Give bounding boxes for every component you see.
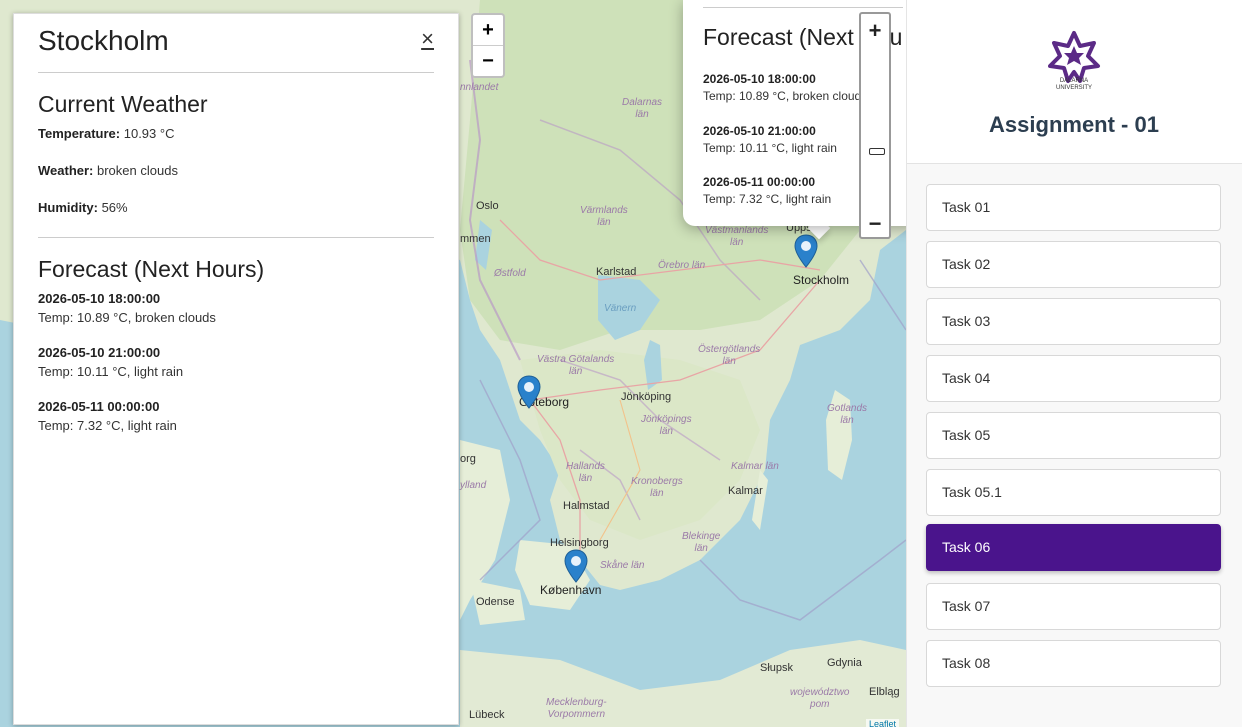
map-label-innlandet: nnlandet	[460, 82, 499, 93]
dalarna-university-logo: DALARNA UNIVERSITY	[1048, 31, 1100, 91]
zoom-slider-handle[interactable]	[869, 148, 885, 155]
forecast-datetime: 2026-05-10 18:00:00	[38, 291, 161, 306]
popup-forecast-item: 2026-05-11 00:00:00 Temp: 7.32 °C, light…	[703, 175, 831, 206]
map-label-lubeck: Lübeck	[469, 709, 505, 721]
popup-forecast-item: 2026-05-10 18:00:00 Temp: 10.89 °C, brok…	[703, 72, 867, 103]
popup-forecast-summary: Temp: 10.89 °C, broken clouds	[703, 89, 868, 103]
popup-forecast-summary: Temp: 7.32 °C, light rain	[703, 192, 832, 206]
forecast-summary: Temp: 10.11 °C, light rain	[38, 364, 184, 379]
forecast-item: 2026-05-11 00:00:00 Temp: 7.32 °C, light…	[38, 399, 434, 433]
weather-value: broken clouds	[93, 163, 178, 178]
map-label-stockholm: Stockholm	[793, 273, 850, 287]
map-label-dalarnas: Dalarnas län	[622, 97, 663, 120]
logo-text-line2: UNIVERSITY	[1056, 85, 1092, 91]
map-marker-kobenhavn[interactable]	[564, 549, 588, 583]
task-01-button[interactable]: Task 01	[926, 184, 1221, 231]
map-label-jonkopings: Jönköpings län	[641, 414, 692, 437]
slider-zoom-in-button[interactable]: +	[861, 16, 889, 46]
forecast-datetime: 2026-05-10 21:00:00	[38, 345, 161, 360]
current-weather-heading: Current Weather	[38, 91, 208, 117]
map-label-karlstad: Karlstad	[596, 266, 637, 278]
divider	[38, 72, 434, 73]
map-marker-goteborg[interactable]	[517, 375, 541, 409]
forecast-heading: Forecast (Next Hours)	[38, 256, 265, 282]
zoom-in-button[interactable]: +	[473, 15, 503, 45]
map-label-kronobergs: Kronobergs län	[631, 476, 683, 499]
map-label-hallands: Hallands län	[566, 461, 605, 484]
popup-forecast-datetime: 2026-05-11 00:00:00	[703, 175, 816, 189]
humidity-row: Humidity: 56%	[38, 200, 434, 215]
map-label-odense: Odense	[476, 596, 515, 608]
popup-divider	[703, 7, 903, 8]
task-07-button[interactable]: Task 07	[926, 583, 1221, 630]
humidity-value: 56%	[97, 200, 128, 215]
zoom-slider[interactable]: + −	[859, 12, 891, 239]
map-label-org: org	[460, 453, 476, 465]
map-label-jonkoping: Jönköping	[621, 391, 672, 403]
map-label-kobenhavn: København	[540, 583, 602, 597]
temperature-label: Temperature:	[38, 126, 121, 141]
map-label-blekinge: Blekinge län	[682, 531, 721, 554]
map-marker-stockholm[interactable]	[794, 234, 818, 268]
popup-forecast-datetime: 2026-05-10 18:00:00	[703, 72, 816, 86]
forecast-datetime: 2026-05-11 00:00:00	[38, 399, 160, 414]
map-label-kalmar-lan: Kalmar län	[731, 461, 779, 472]
map-label-vastra-gotaland: Västra Götalands län	[537, 354, 615, 377]
map-label-ylland: ylland	[460, 480, 487, 491]
map-label-ostfold: Østfold	[494, 268, 526, 279]
close-panel-button[interactable]: ×	[421, 26, 434, 52]
assignment-title: Assignment - 01	[989, 112, 1159, 137]
humidity-label: Humidity:	[38, 200, 98, 215]
task-02-button[interactable]: Task 02	[926, 241, 1221, 288]
map-label-vastmanlands: Västmanlands län	[705, 225, 769, 248]
task-06-button[interactable]: Task 06	[926, 524, 1221, 571]
task-04-button[interactable]: Task 04	[926, 355, 1221, 402]
task-05-button[interactable]: Task 05	[926, 412, 1221, 459]
city-title: Stockholm	[38, 25, 169, 56]
map-label-kalmar: Kalmar	[728, 485, 763, 497]
forecast-item: 2026-05-10 21:00:00 Temp: 10.11 °C, ligh…	[38, 345, 434, 379]
popup-forecast-datetime: 2026-05-10 21:00:00	[703, 124, 816, 138]
map-label-helsingborg: Helsingborg	[550, 537, 609, 549]
map-label-ostergotlands: Östergötlands län	[698, 344, 761, 367]
weather-label: Weather:	[38, 163, 94, 178]
weather-side-panel: Stockholm × Current Weather Temperature:…	[13, 13, 459, 725]
temperature-row: Temperature: 10.93 °C	[38, 126, 434, 141]
map-label-orebro: Örebro län	[658, 260, 706, 271]
map-label-halmstad: Halmstad	[563, 500, 610, 512]
popup-forecast-item: 2026-05-10 21:00:00 Temp: 10.11 °C, ligh…	[703, 124, 837, 155]
map-attribution[interactable]: Leaflet	[866, 719, 900, 727]
logo-text-line1: DALARNA	[1060, 78, 1088, 84]
map-label-skane: Skåne län	[600, 560, 645, 571]
map-label-vanern: Vänern	[604, 303, 637, 314]
map-label-slupsk: Słupsk	[760, 662, 794, 674]
forecast-summary: Temp: 7.32 °C, light rain	[38, 418, 177, 433]
map-label-gdynia: Gdynia	[827, 657, 862, 669]
zoom-out-button[interactable]: −	[473, 45, 503, 76]
forecast-item: 2026-05-10 18:00:00 Temp: 10.89 °C, brok…	[38, 291, 434, 325]
popup-forecast-summary: Temp: 10.11 °C, light rain	[703, 141, 837, 155]
slider-zoom-out-button[interactable]: −	[861, 209, 889, 239]
map-zoom-control: + −	[471, 13, 505, 78]
task-03-button[interactable]: Task 03	[926, 298, 1221, 345]
map-label-wojewodztwo: województwo pom	[790, 687, 850, 710]
divider	[38, 237, 434, 238]
map-label-mmen: mmen	[460, 233, 491, 245]
map-label-gotlands: Gotlands län	[827, 403, 868, 426]
temperature-value: 10.93 °C	[120, 126, 175, 141]
map-label-mecklenburg: Mecklenburg- Vorpommern	[546, 697, 607, 720]
map-label-oslo: Oslo	[476, 200, 499, 212]
task-05-1-button[interactable]: Task 05.1	[926, 469, 1221, 516]
map-label-varmlands: Värmlands län	[580, 205, 628, 228]
map-label-elblag: Elbląg	[869, 686, 900, 698]
task-08-button[interactable]: Task 08	[926, 640, 1221, 687]
forecast-summary: Temp: 10.89 °C, broken clouds	[38, 310, 216, 325]
weather-row: Weather: broken clouds	[38, 163, 434, 178]
